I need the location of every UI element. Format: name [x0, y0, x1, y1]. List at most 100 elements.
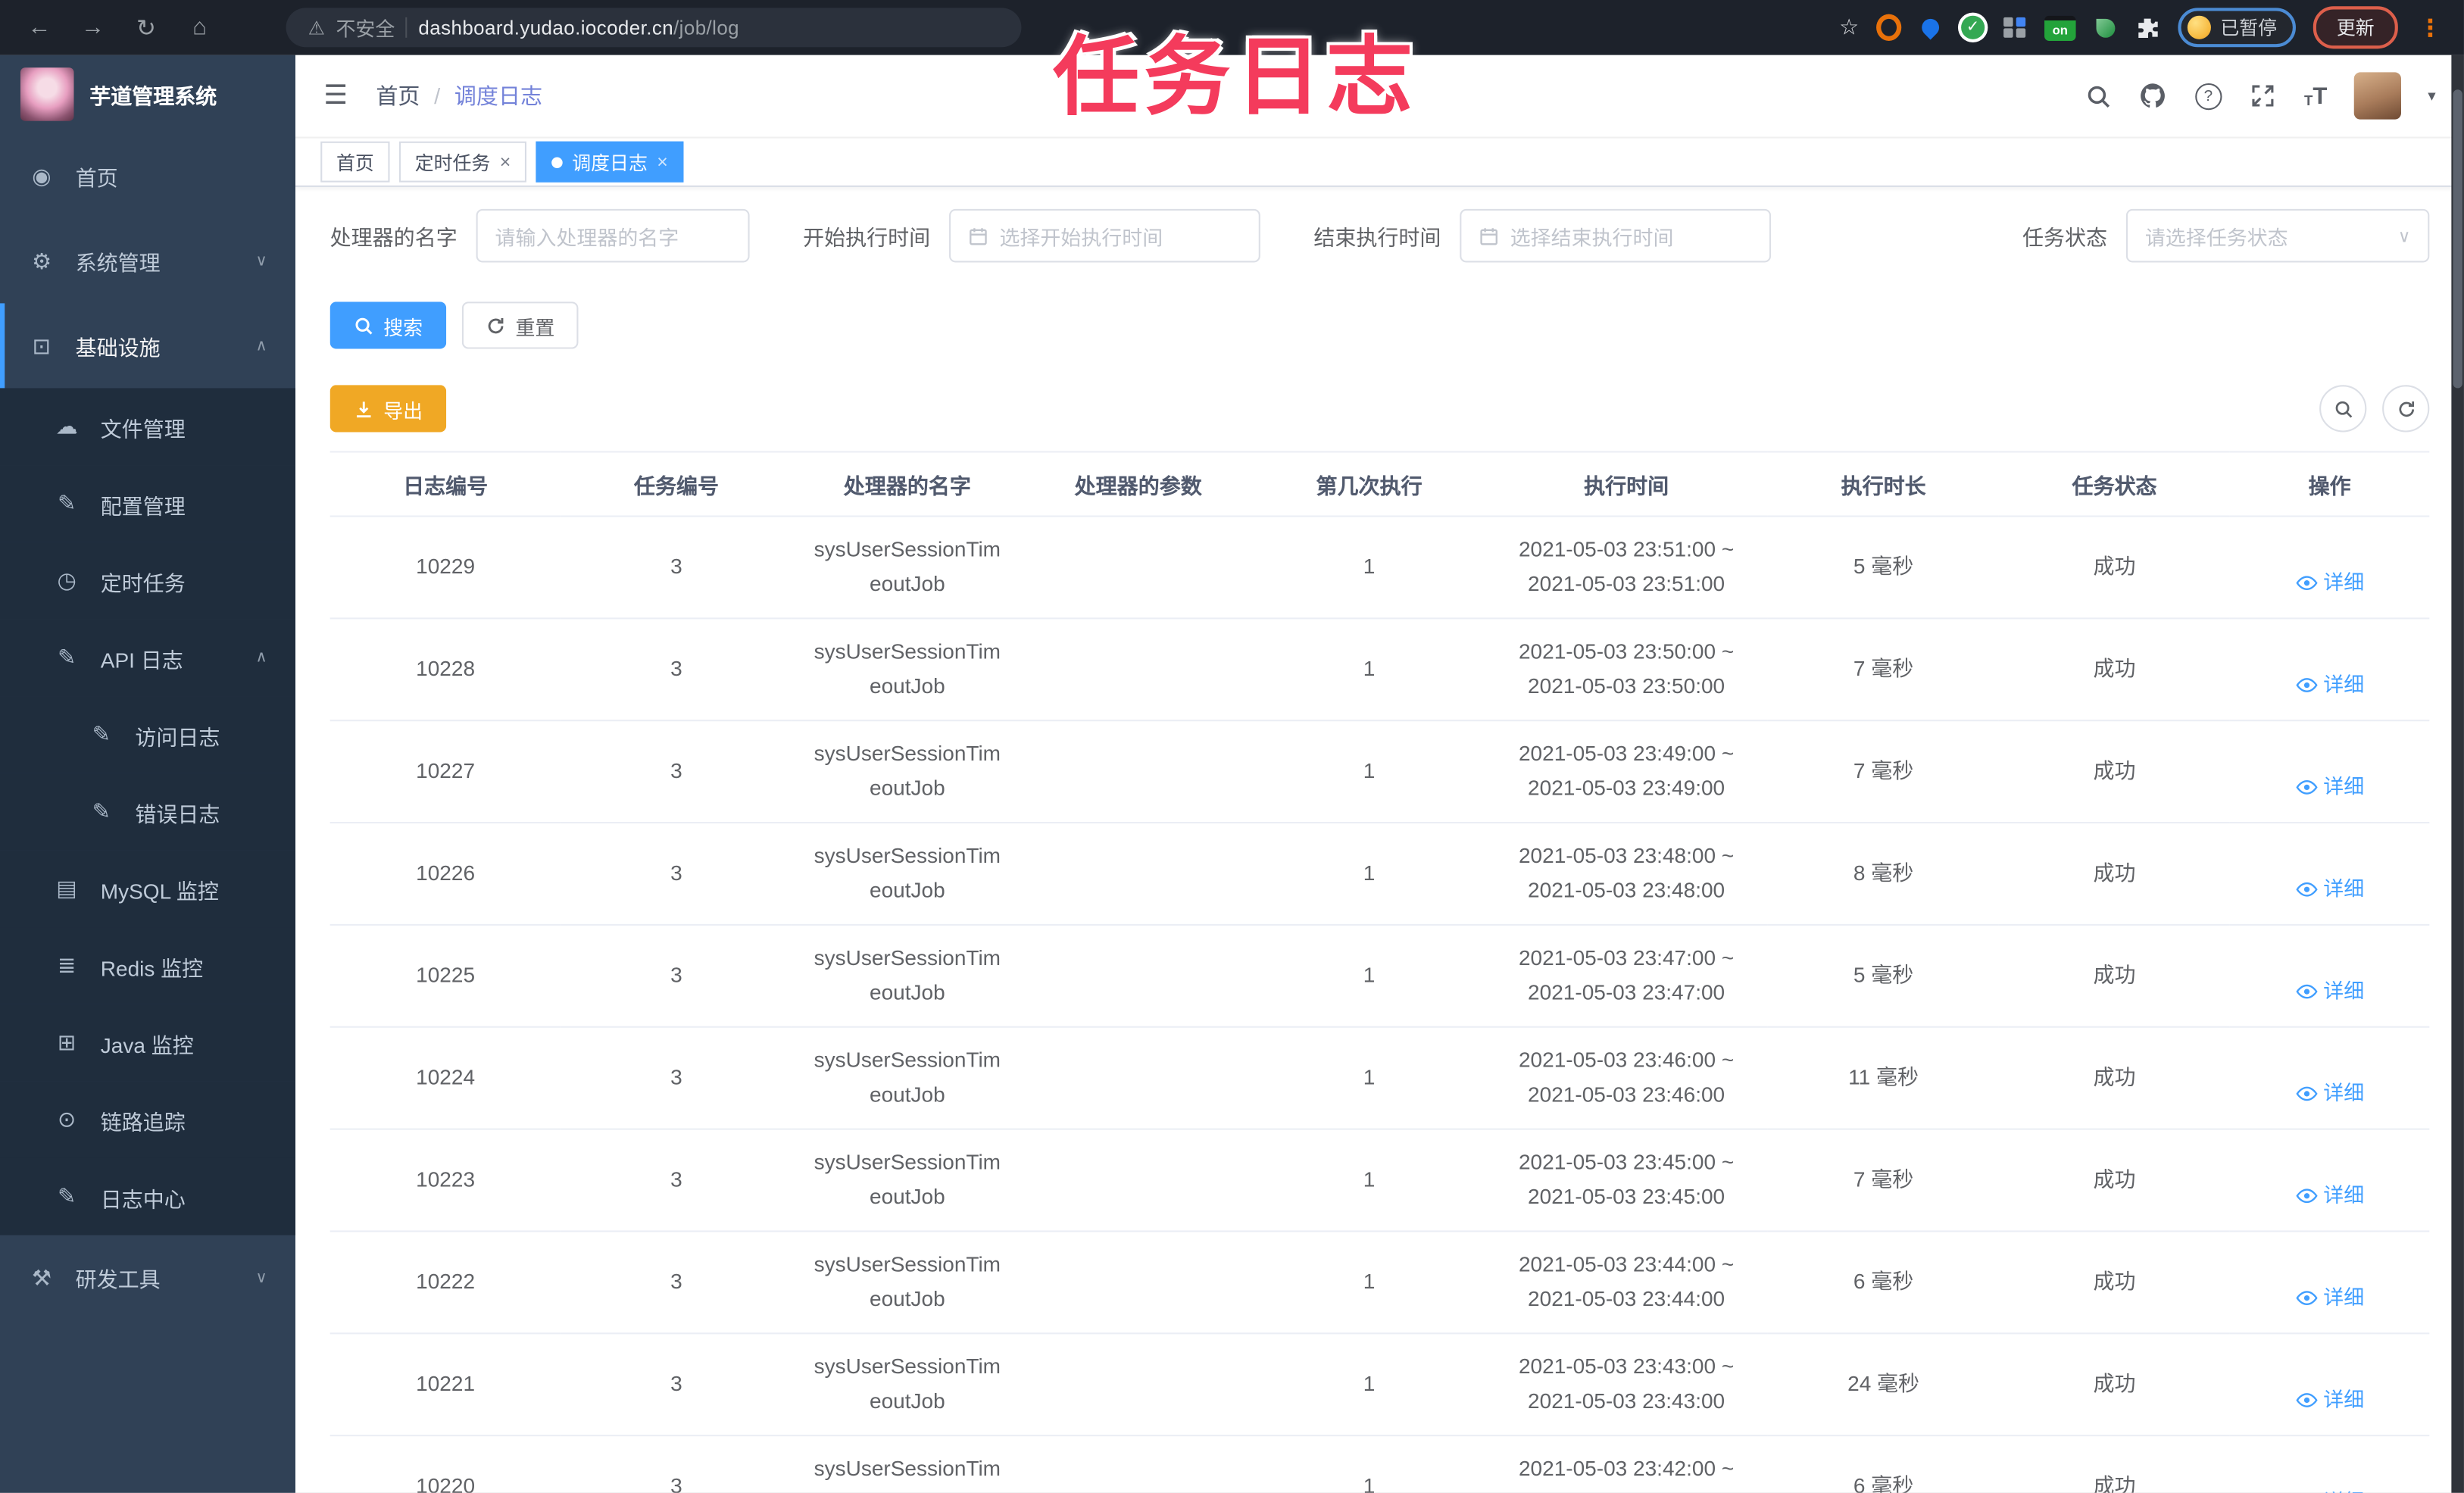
forward-icon[interactable]: → — [79, 14, 107, 41]
cell-duration: 6 毫秒 — [1768, 1231, 2000, 1335]
sidebar-item-mysql-monitor[interactable]: ▤ MySQL 监控 — [0, 850, 296, 928]
cell-task-id: 3 — [561, 1231, 792, 1335]
sidebar-item-scheduled-tasks[interactable]: ◷ 定时任务 — [0, 542, 296, 620]
edit-square-icon: ✎ — [92, 798, 111, 824]
back-icon[interactable]: ← — [25, 14, 53, 41]
detail-link[interactable]: 详细 — [2295, 1178, 2364, 1213]
extension-orange-ring-icon[interactable] — [1876, 14, 1902, 41]
task-status-select[interactable]: 请选择任务状态 ∨ — [2125, 208, 2430, 263]
detail-link[interactable]: 详细 — [2295, 667, 2364, 702]
column-header: 处理器的参数 — [1023, 451, 1254, 517]
extension-blue-drop-icon[interactable] — [1919, 15, 1944, 40]
tab-home[interactable]: 首页 — [320, 141, 390, 183]
cell-execute-index: 1 — [1254, 1333, 1485, 1437]
app-logo-row[interactable]: 芋道管理系统 — [0, 55, 295, 134]
address-bar-divider — [405, 17, 408, 38]
scrollbar-track[interactable] — [2451, 55, 2464, 1493]
hamburger-icon[interactable]: ☰ — [323, 80, 348, 111]
detail-link[interactable]: 详细 — [2295, 973, 2364, 1008]
cell-status: 成功 — [1999, 516, 2230, 620]
detail-link[interactable]: 详细 — [2295, 871, 2364, 906]
show-search-icon[interactable] — [2319, 385, 2367, 433]
close-icon[interactable]: × — [500, 152, 511, 171]
cell-log-id: 10221 — [329, 1333, 561, 1437]
address-bar[interactable]: ⚠ 不安全 dashboard.yudao.iocoder.cn/job/log — [286, 8, 1022, 48]
cell-log-id: 10229 — [329, 516, 561, 620]
table-header-row: 日志编号 任务编号 处理器的名字 处理器的参数 第几次执行 执行时间 执行时长 任务状态 操作 — [329, 451, 2430, 517]
reset-button[interactable]: 重置 — [461, 301, 579, 349]
breadcrumb-current[interactable]: 调度日志 — [454, 80, 542, 111]
browser-menu-icon[interactable]: ⋮ — [2416, 14, 2445, 42]
detail-link[interactable]: 详细 — [2295, 565, 2364, 600]
reload-icon[interactable]: ↻ — [132, 14, 160, 42]
sidebar-item-error-logs[interactable]: ✎ 错误日志 — [0, 773, 296, 851]
end-time-input[interactable]: 选择结束执行时间 — [1460, 208, 1772, 263]
cell-actions: 详细 — [2229, 1435, 2430, 1493]
refresh-icon[interactable] — [2382, 385, 2430, 433]
browser-chrome: ← → ↻ ⌂ ⚠ 不安全 dashboard.yudao.iocoder.cn… — [0, 0, 2464, 55]
browser-update-button[interactable]: 更新 — [2313, 6, 2398, 49]
search-icon[interactable] — [2085, 82, 2113, 110]
profile-paused-badge[interactable]: 已暂停 — [2178, 8, 2296, 48]
close-icon[interactable]: × — [657, 152, 668, 171]
extension-leaf-icon[interactable] — [2093, 15, 2118, 40]
sidebar-item-dev-tools[interactable]: ⚒ 研发工具 ∨ — [0, 1235, 295, 1320]
sidebar-item-tracing[interactable]: ⊙ 链路追踪 — [0, 1081, 296, 1158]
extensions-puzzle-icon[interactable] — [2135, 15, 2160, 40]
breadcrumb: 首页 / 调度日志 — [376, 80, 542, 111]
font-size-icon[interactable]: TT — [2304, 84, 2327, 108]
cell-log-id: 10222 — [329, 1231, 561, 1335]
search-button[interactable]: 搜索 — [329, 301, 447, 349]
cell-handler-param — [1023, 924, 1254, 1028]
cell-execute-time: 2021-05-03 23:50:00 ~ 2021-05-03 23:50:0… — [1485, 618, 1769, 722]
bookmark-star-icon[interactable]: ☆ — [1839, 14, 1859, 41]
export-button[interactable]: 导出 — [329, 385, 447, 433]
detail-link[interactable]: 详细 — [2295, 1382, 2364, 1417]
fullscreen-icon[interactable] — [2249, 82, 2277, 110]
breadcrumb-home[interactable]: 首页 — [376, 80, 420, 111]
breadcrumb-separator: / — [434, 83, 441, 109]
detail-link[interactable]: 详细 — [2295, 1280, 2364, 1315]
cell-duration: 11 毫秒 — [1768, 1026, 2000, 1130]
sidebar-item-java-monitor[interactable]: ⊞ Java 监控 — [0, 1004, 296, 1082]
top-header: ☰ 首页 / 调度日志 ? TT ▾ — [295, 55, 2464, 139]
sidebar-item-config-management[interactable]: ✎ 配置管理 — [0, 465, 296, 542]
cell-handler-name: sysUserSessionTim eoutJob — [792, 516, 1023, 620]
sidebar-item-access-logs[interactable]: ✎ 访问日志 — [0, 696, 296, 773]
help-icon[interactable]: ? — [2194, 82, 2222, 110]
detail-link[interactable]: 详细 — [2295, 1076, 2364, 1110]
cell-status: 成功 — [1999, 1129, 2230, 1232]
github-icon[interactable] — [2139, 82, 2167, 110]
table-toolbar: 导出 — [329, 385, 2430, 433]
cell-execute-time: 2021-05-03 23:44:00 ~ 2021-05-03 23:44:0… — [1485, 1231, 1769, 1335]
filter-form: 处理器的名字 请输入处理器的名字 开始执行时间 选择开始执行时间 结束执行时间 … — [330, 208, 2430, 263]
cell-log-id: 10227 — [329, 720, 561, 824]
cell-execute-index: 1 — [1254, 1435, 1485, 1493]
sidebar-item-redis-monitor[interactable]: ≣ Redis 监控 — [0, 927, 296, 1004]
start-time-input[interactable]: 选择开始执行时间 — [949, 208, 1260, 263]
sidebar-item-file-management[interactable]: ☁ 文件管理 — [0, 388, 296, 466]
cell-status: 成功 — [1999, 618, 2230, 722]
sidebar-item-api-logs[interactable]: ✎ API 日志 ∧ — [0, 619, 296, 697]
cell-execute-index: 1 — [1254, 924, 1485, 1028]
detail-link[interactable]: 详细 — [2295, 1484, 2364, 1493]
sidebar-item-home[interactable]: ◉ 首页 — [0, 133, 295, 218]
extension-on-badge-icon[interactable]: on — [2044, 14, 2076, 40]
home-icon[interactable]: ⌂ — [186, 14, 214, 41]
filter-label-end-time: 结束执行时间 — [1313, 226, 1441, 250]
monitor-icon: ⊡ — [32, 332, 52, 358]
sidebar-item-infrastructure[interactable]: ⊡ 基础设施 ∧ — [0, 303, 295, 389]
processor-name-input[interactable]: 请输入处理器的名字 — [476, 208, 750, 263]
timer-icon: ◷ — [57, 567, 77, 593]
tab-scheduled-tasks[interactable]: 定时任务 × — [398, 141, 527, 183]
scrollbar-thumb[interactable] — [2453, 89, 2462, 389]
sidebar-item-system-management[interactable]: ⚙ 系统管理 ∨ — [0, 218, 295, 303]
tab-job-log[interactable]: 调度日志 × — [536, 141, 684, 183]
chevron-down-icon[interactable]: ▾ — [2428, 87, 2435, 105]
extension-green-check-icon[interactable]: ✓ — [1961, 15, 1985, 39]
extension-grid-icon[interactable] — [2002, 15, 2027, 40]
sidebar-item-log-center[interactable]: ✎ 日志中心 — [0, 1157, 296, 1235]
not-secure-warning-icon: ⚠ — [308, 16, 325, 39]
user-avatar[interactable] — [2353, 72, 2401, 120]
detail-link[interactable]: 详细 — [2295, 770, 2364, 804]
